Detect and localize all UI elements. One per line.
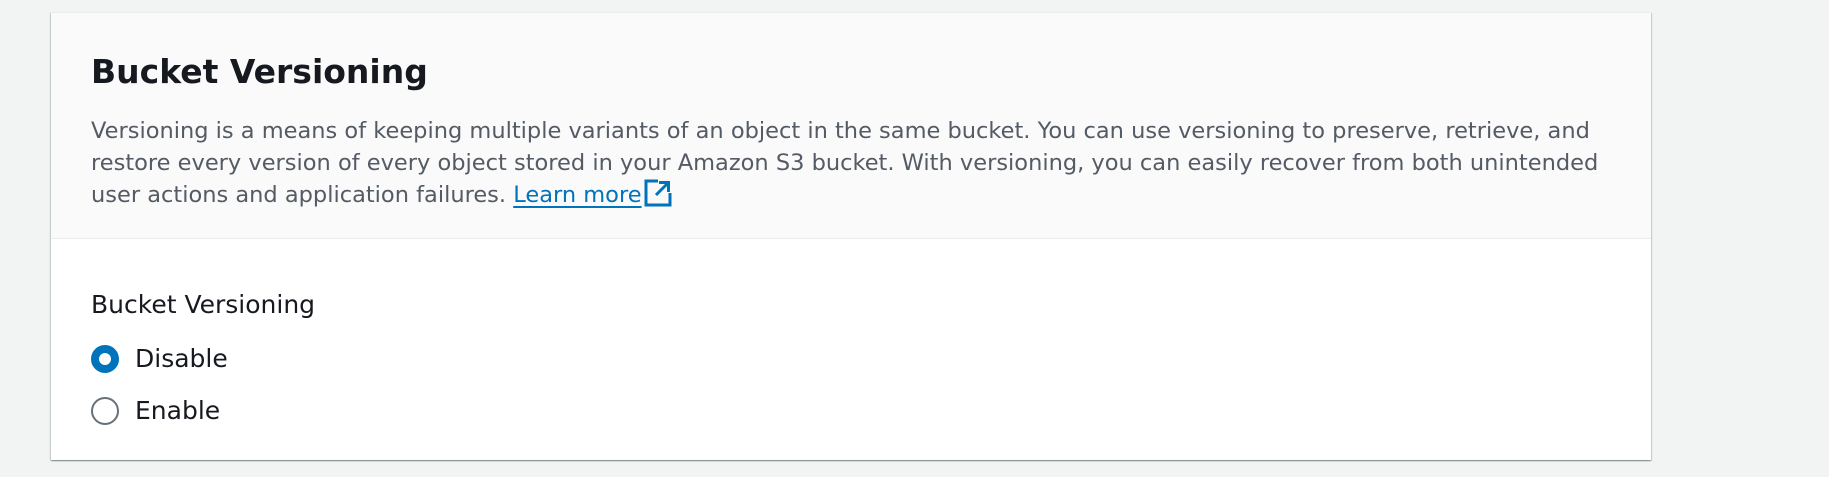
- versioning-field-label: Bucket Versioning: [91, 290, 316, 319]
- radio-option-disable[interactable]: Disable: [91, 341, 491, 393]
- radio-enable-label[interactable]: Enable: [135, 393, 220, 429]
- radio-disable-label[interactable]: Disable: [135, 341, 228, 377]
- radio-option-enable[interactable]: Enable: [91, 393, 491, 445]
- radio-disable[interactable]: [91, 345, 119, 373]
- panel-header: Bucket Versioning Versioning is a means …: [51, 13, 1651, 239]
- versioning-radio-group: Disable Enable: [91, 341, 491, 445]
- panel-description: Versioning is a means of keeping multipl…: [91, 115, 1611, 211]
- learn-more-link[interactable]: Learn more: [513, 182, 641, 208]
- description-text: Versioning is a means of keeping multipl…: [91, 118, 1599, 208]
- panel-title: Bucket Versioning: [91, 52, 428, 91]
- radio-enable[interactable]: [91, 397, 119, 425]
- external-link-icon[interactable]: [644, 179, 672, 207]
- bucket-versioning-panel: Bucket Versioning Versioning is a means …: [51, 12, 1651, 460]
